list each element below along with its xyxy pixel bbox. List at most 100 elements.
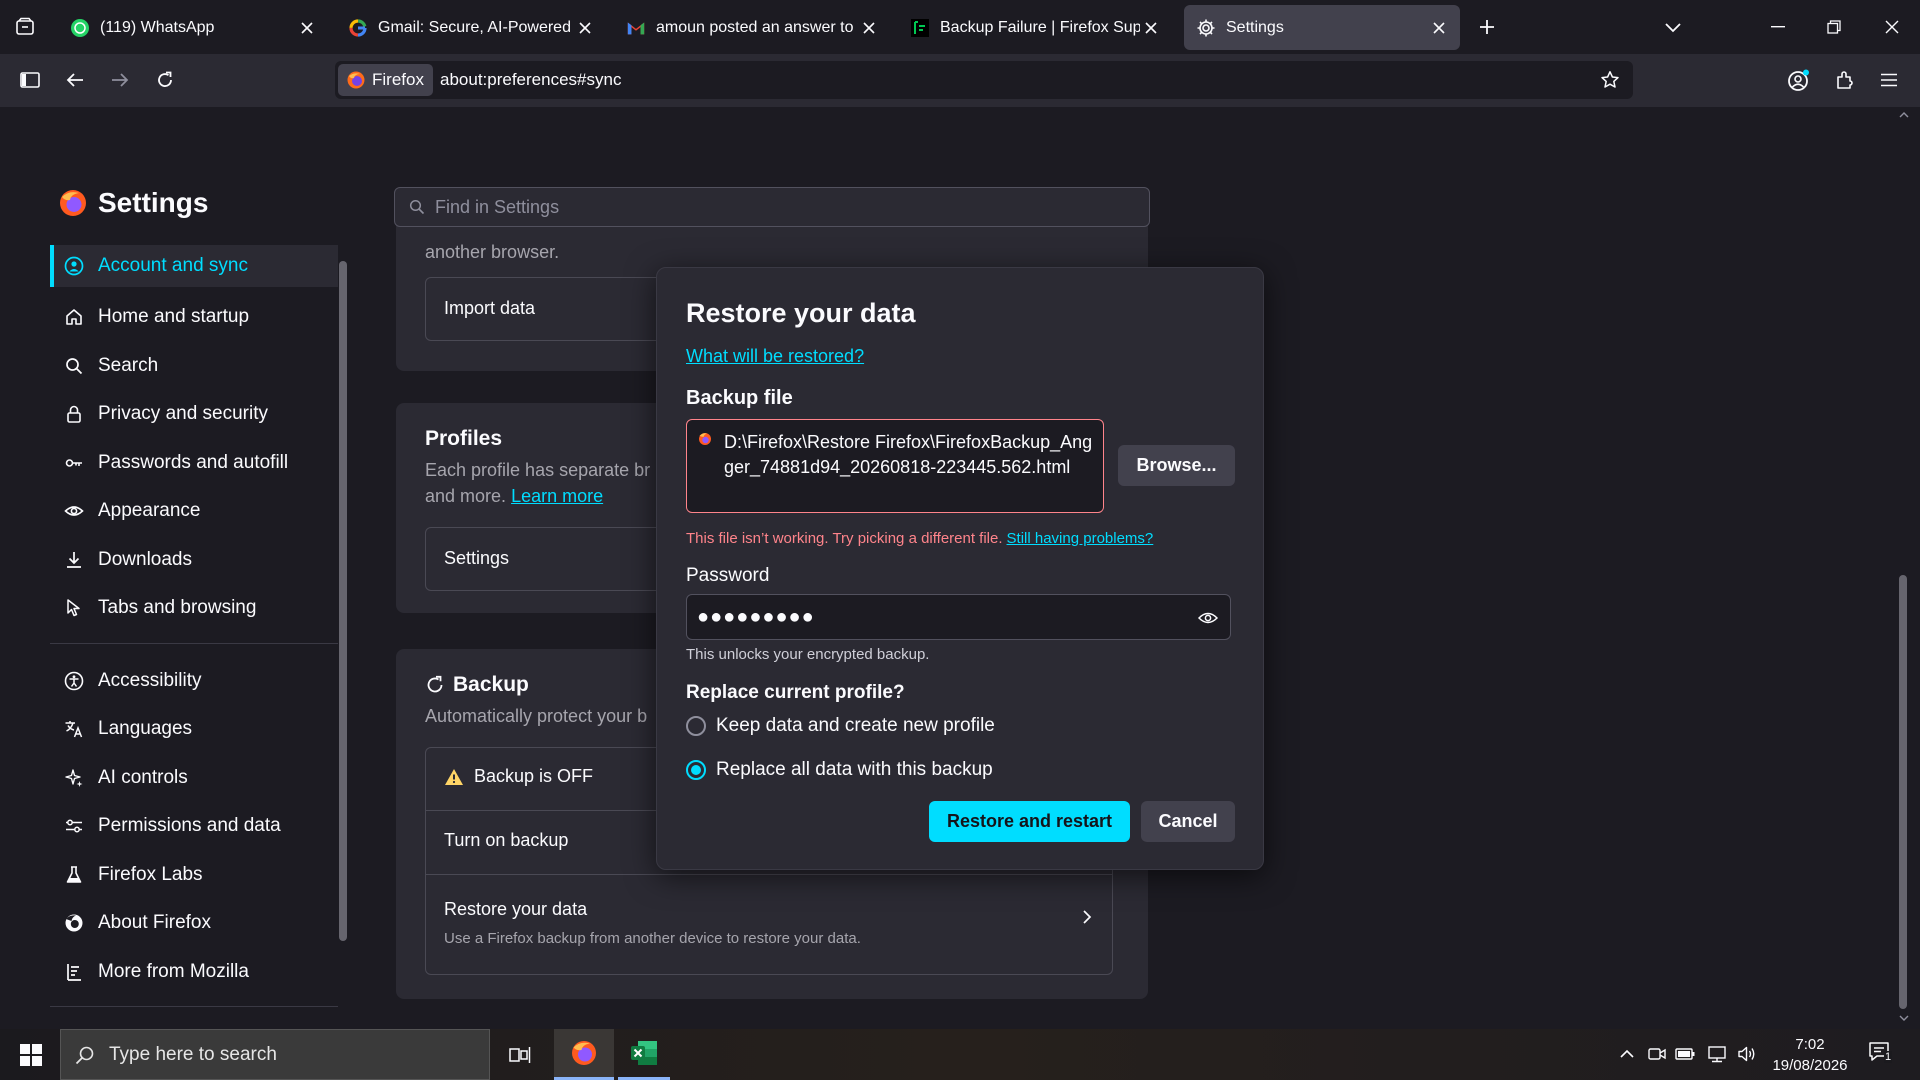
url-text[interactable]: about:preferences#sync (440, 61, 621, 99)
still-having-problems-link[interactable]: Still having problems? (1007, 530, 1154, 547)
reload-button[interactable] (147, 62, 183, 98)
close-tab-icon[interactable] (858, 17, 880, 39)
find-in-settings-field[interactable] (394, 187, 1150, 227)
sidebar-item-label: Permissions and data (98, 815, 281, 837)
volume-icon[interactable] (1736, 1043, 1758, 1065)
show-password-icon[interactable] (1196, 606, 1220, 630)
password-field[interactable]: ●●●●●●●●● (686, 594, 1231, 640)
start-button[interactable] (10, 1037, 52, 1073)
back-button[interactable] (57, 62, 93, 98)
sidebar-item-label: Account and sync (98, 255, 248, 276)
replace-all-option[interactable]: Replace all data with this backup (686, 759, 993, 781)
keep-data-radio[interactable] (686, 716, 706, 736)
network-icon[interactable] (1706, 1043, 1728, 1065)
taskbar-search-box[interactable]: Type here to search (60, 1029, 490, 1080)
sidebar-item-home-and-startup[interactable]: Home and startup (50, 293, 338, 342)
taskbar-firefox[interactable] (554, 1029, 614, 1080)
scroll-down-icon[interactable] (1899, 1015, 1909, 1022)
tab-gmail-secure[interactable]: Gmail: Secure, AI-Powered Email (336, 5, 606, 50)
list-all-tabs-button[interactable] (1658, 12, 1688, 42)
tab-gmail-answer[interactable]: amoun posted an answer to your (614, 5, 890, 50)
identity-box[interactable]: Firefox (338, 64, 433, 96)
firefox-view-button[interactable] (8, 10, 42, 44)
sidebar-divider (50, 1006, 338, 1007)
extensions-button[interactable] (1827, 62, 1863, 98)
keep-data-option[interactable]: Keep data and create new profile (686, 715, 995, 737)
chevron-down-icon (1664, 21, 1682, 33)
plus-icon (1478, 18, 1496, 36)
sidebar-item-appearance[interactable]: Appearance (50, 487, 338, 536)
sidebar-item-about-firefox[interactable]: About Firefox (50, 899, 338, 948)
task-view-button[interactable] (502, 1029, 538, 1080)
sidebar-item-languages[interactable]: Languages (50, 705, 338, 754)
windows-taskbar: Type here to search 7:02 19/08/2026 1 (0, 1029, 1920, 1080)
replace-all-radio[interactable] (686, 760, 706, 780)
profiles-desc-line1: Each profile has separate br (425, 460, 651, 480)
sidebar-item-privacy-and-security[interactable]: Privacy and security (50, 390, 338, 439)
new-tab-button[interactable] (1472, 12, 1502, 42)
sidebar-item-account-and-sync[interactable]: Account and sync (50, 245, 338, 287)
sidebar-toggle-button[interactable] (12, 62, 48, 98)
sidebar-item-ai-controls[interactable]: AI controls (50, 754, 338, 803)
taskbar-search-placeholder: Type here to search (109, 1043, 277, 1065)
sidebar-item-tabs-and-browsing[interactable]: Tabs and browsing (50, 584, 338, 633)
accessibility-icon (64, 671, 84, 691)
close-window-button[interactable] (1864, 0, 1920, 54)
account-icon (1787, 68, 1811, 92)
taskbar-clock[interactable]: 7:02 19/08/2026 (1762, 1034, 1858, 1076)
bookmark-button[interactable] (1595, 65, 1625, 95)
turn-on-backup-button[interactable]: Turn on backup (444, 830, 568, 851)
content-scrollbar-thumb[interactable] (1899, 575, 1907, 1009)
scroll-up-icon[interactable] (1899, 111, 1909, 118)
tab-whatsapp[interactable]: (119) WhatsApp (58, 5, 328, 50)
close-tab-icon[interactable] (1428, 17, 1450, 39)
restore-and-restart-button[interactable]: Restore and restart (929, 801, 1130, 842)
key-icon (64, 453, 84, 473)
sidebar-item-downloads[interactable]: Downloads (50, 536, 338, 585)
backup-file-field[interactable]: D:\Firefox\Restore Firefox\FirefoxBackup… (686, 419, 1104, 513)
chevron-right-icon (1082, 909, 1092, 925)
tab-firefox-support[interactable]: Backup Failure | Firefox Support (898, 5, 1172, 50)
sidebar-item-passwords-and-autofill[interactable]: Passwords and autofill (50, 439, 338, 488)
excel-icon (630, 1040, 658, 1066)
eye-icon (64, 501, 84, 521)
sidebar-item-permissions-and-data[interactable]: Permissions and data (50, 802, 338, 851)
restore-window-button[interactable] (1806, 0, 1862, 54)
notifications-button[interactable]: 1 (1868, 1041, 1898, 1069)
forward-button[interactable] (102, 62, 138, 98)
sidebar-scrollbar[interactable] (338, 253, 348, 1043)
app-menu-button[interactable] (1871, 62, 1907, 98)
taskbar-excel[interactable] (618, 1029, 670, 1080)
backup-title-row: Backup (425, 673, 529, 697)
meet-now-icon[interactable] (1646, 1043, 1668, 1065)
browse-button[interactable]: Browse... (1118, 445, 1235, 486)
sidebar-item-accessibility[interactable]: Accessibility (50, 657, 338, 706)
account-button[interactable] (1781, 62, 1817, 98)
show-hidden-icons-icon[interactable] (1616, 1043, 1638, 1065)
minimize-icon (1771, 26, 1785, 28)
tab-title: (119) WhatsApp (100, 18, 215, 36)
battery-icon[interactable] (1674, 1043, 1696, 1065)
close-tab-icon[interactable] (574, 17, 596, 39)
sidebar-item-label: Accessibility (98, 669, 202, 691)
profiles-title: Profiles (425, 427, 503, 450)
close-tab-icon[interactable] (296, 17, 318, 39)
learn-more-link[interactable]: Learn more (511, 486, 603, 506)
sidebar-item-search[interactable]: Search (50, 342, 338, 391)
sidebar-item-more-from-mozilla[interactable]: More from Mozilla (50, 948, 338, 997)
hamburger-menu-icon (1880, 73, 1898, 87)
sidebar-scrollbar-thumb[interactable] (339, 261, 347, 941)
sidebar-item-firefox-labs[interactable]: Firefox Labs (50, 851, 338, 900)
search-input[interactable] (435, 196, 1115, 218)
minimize-button[interactable] (1750, 0, 1806, 54)
clock-time: 7:02 (1795, 1036, 1825, 1053)
windows-logo-icon (20, 1044, 42, 1066)
content-scrollbar[interactable] (1896, 107, 1912, 1029)
sidebar-item-label: Search (98, 354, 159, 376)
cancel-button[interactable]: Cancel (1141, 801, 1235, 842)
what-will-be-restored-link[interactable]: What will be restored? (686, 346, 864, 367)
restore-your-data-row[interactable]: Restore your data Use a Firefox backup f… (426, 875, 1112, 975)
tab-settings[interactable]: Settings (1184, 5, 1460, 50)
url-bar[interactable]: Firefox about:preferences#sync (335, 61, 1633, 99)
close-tab-icon[interactable] (1140, 17, 1162, 39)
